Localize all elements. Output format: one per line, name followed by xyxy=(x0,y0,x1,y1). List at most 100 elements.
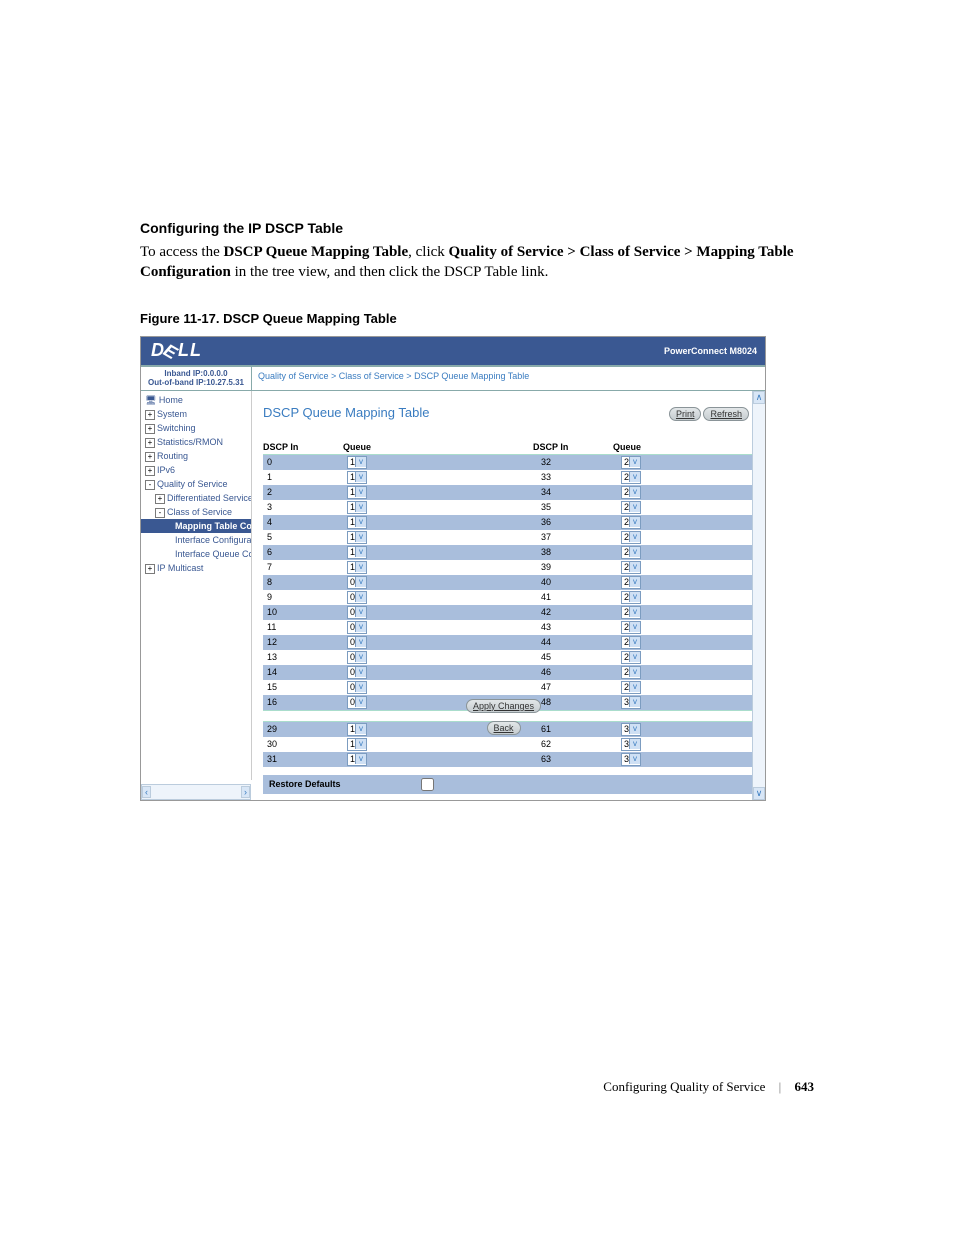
dscp-row: 11v332v xyxy=(263,470,753,485)
nav-item[interactable]: +IP Multicast xyxy=(141,561,251,575)
dscp-in-value: 15 xyxy=(263,682,347,692)
queue-select[interactable]: 2v xyxy=(621,531,641,544)
col-queue: Queue xyxy=(343,442,423,454)
dscp-in-value: 31 xyxy=(263,754,347,764)
queue-select[interactable]: 1v xyxy=(347,531,367,544)
dscp-in-value: 35 xyxy=(537,502,621,512)
queue-select[interactable]: 1v xyxy=(347,501,367,514)
queue-select[interactable]: 2v xyxy=(621,591,641,604)
restore-defaults-checkbox[interactable] xyxy=(421,778,434,791)
queue-select[interactable]: 1v xyxy=(347,561,367,574)
queue-select[interactable]: 2v xyxy=(621,486,641,499)
queue-select[interactable]: 0v xyxy=(347,606,367,619)
dscp-in-value: 13 xyxy=(263,652,347,662)
queue-select[interactable]: 3v xyxy=(621,723,641,736)
queue-select[interactable]: 0v xyxy=(347,651,367,664)
queue-select[interactable]: 2v xyxy=(621,606,641,619)
nav-item[interactable]: +Routing xyxy=(141,449,251,463)
nav-item[interactable]: +System xyxy=(141,407,251,421)
queue-select[interactable]: 3v xyxy=(621,738,641,751)
queue-select[interactable]: 0v xyxy=(347,666,367,679)
restore-defaults-row: Restore Defaults xyxy=(263,775,753,794)
queue-select[interactable]: 0v xyxy=(347,621,367,634)
apply-changes-button[interactable]: Apply Changes xyxy=(466,699,541,713)
dscp-in-value: 0 xyxy=(263,457,347,467)
queue-select[interactable]: 2v xyxy=(621,666,641,679)
queue-select[interactable]: 1v xyxy=(347,471,367,484)
queue-select[interactable]: 2v xyxy=(621,636,641,649)
nav-item[interactable]: Mapping Table Configuration xyxy=(141,519,251,533)
queue-select[interactable]: 3v xyxy=(621,696,641,709)
queue-select[interactable]: 1v xyxy=(347,753,367,766)
app-window: DELL PowerConnect M8024 Inband IP:0.0.0.… xyxy=(140,336,766,801)
queue-select[interactable]: 2v xyxy=(621,651,641,664)
queue-select[interactable]: 2v xyxy=(621,546,641,559)
dscp-row: 110v432v xyxy=(263,620,753,635)
queue-select[interactable]: 0v xyxy=(347,681,367,694)
dscp-row: 311v633v xyxy=(263,752,753,767)
dscp-in-value: 2 xyxy=(263,487,347,497)
dscp-in-value: 11 xyxy=(263,622,347,632)
nav-item[interactable]: Interface Queue Configuration xyxy=(141,547,251,561)
dscp-in-value: 30 xyxy=(263,739,347,749)
dscp-in-value: 39 xyxy=(537,562,621,572)
print-button[interactable]: Print xyxy=(669,407,702,421)
col-queue: Queue xyxy=(613,442,693,454)
dscp-in-value: 36 xyxy=(537,517,621,527)
dscp-in-value: 10 xyxy=(263,607,347,617)
queue-select[interactable]: 1v xyxy=(347,546,367,559)
queue-select[interactable]: 1v xyxy=(347,738,367,751)
queue-select[interactable]: 2v xyxy=(621,576,641,589)
dscp-in-value: 42 xyxy=(537,607,621,617)
dscp-row: 100v 422v xyxy=(263,605,753,620)
nav-item[interactable]: +Differentiated Services xyxy=(141,491,251,505)
product-name: PowerConnect M8024 xyxy=(664,346,757,356)
footer-title: Configuring Quality of Service xyxy=(603,1079,765,1094)
queue-select[interactable]: 1v xyxy=(347,516,367,529)
queue-select[interactable]: 0v xyxy=(347,576,367,589)
queue-select[interactable]: 2v xyxy=(621,501,641,514)
nav-item[interactable]: +IPv6 xyxy=(141,463,251,477)
dscp-row: 90v412v xyxy=(263,590,753,605)
header-row: Inband IP:0.0.0.0 Out-of-band IP:10.27.5… xyxy=(141,365,765,391)
queue-select[interactable]: 0v xyxy=(347,591,367,604)
dscp-in-value: 47 xyxy=(537,682,621,692)
intro-paragraph: To access the DSCP Queue Mapping Table, … xyxy=(140,242,814,283)
nav-scrollbar[interactable]: ‹› xyxy=(141,784,251,800)
queue-select[interactable]: 2v xyxy=(621,561,641,574)
queue-select[interactable]: 1v xyxy=(347,456,367,469)
dscp-row: 301v623v xyxy=(263,737,753,752)
text: in the tree view, and then click the DSC… xyxy=(231,264,549,280)
refresh-button[interactable]: Refresh xyxy=(703,407,749,421)
queue-select[interactable]: 2v xyxy=(621,681,641,694)
queue-select[interactable]: 3v xyxy=(621,753,641,766)
nav-item[interactable]: -Quality of Service xyxy=(141,477,251,491)
dscp-row: 51v372v xyxy=(263,530,753,545)
back-button[interactable]: Back xyxy=(487,721,521,735)
queue-select[interactable]: 2v xyxy=(621,471,641,484)
nav-item[interactable]: +Switching xyxy=(141,421,251,435)
nav-item[interactable]: Interface Configuration xyxy=(141,533,251,547)
queue-select[interactable]: 1v xyxy=(347,486,367,499)
dell-logo: DELL xyxy=(141,340,202,361)
restore-defaults-label: Restore Defaults xyxy=(269,779,341,789)
figure-caption: Figure 11-17. DSCP Queue Mapping Table xyxy=(140,311,814,326)
nav-item[interactable]: 🖥 Home xyxy=(141,393,251,407)
dscp-in-value: 32 xyxy=(537,457,621,467)
dscp-row: 71v 392v xyxy=(263,560,753,575)
queue-select[interactable]: 2v xyxy=(621,516,641,529)
nav-item[interactable]: -Class of Service xyxy=(141,505,251,519)
content-scrollbar[interactable]: ∧∨ xyxy=(752,391,765,800)
queue-select[interactable]: 2v xyxy=(621,621,641,634)
dscp-in-value: 40 xyxy=(537,577,621,587)
dscp-in-value: 29 xyxy=(263,724,347,734)
queue-select[interactable]: 0v xyxy=(347,696,367,709)
dscp-in-value: 7 xyxy=(263,562,347,572)
queue-select[interactable]: 0v xyxy=(347,636,367,649)
nav-column: 🖥 Home+System+Switching+Statistics/RMON+… xyxy=(141,391,251,800)
dscp-row: 80v402v xyxy=(263,575,753,590)
dscp-in-value: 9 xyxy=(263,592,347,602)
queue-select[interactable]: 1v xyxy=(347,723,367,736)
queue-select[interactable]: 2v xyxy=(621,456,641,469)
nav-item[interactable]: +Statistics/RMON xyxy=(141,435,251,449)
